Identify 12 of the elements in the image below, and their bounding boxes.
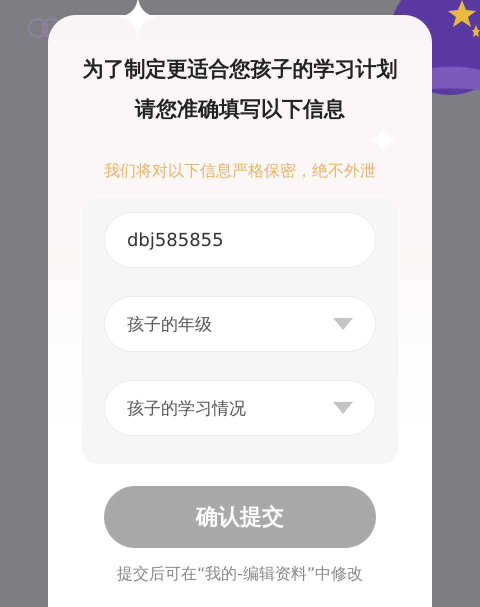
caret-icon: [333, 402, 353, 414]
privacy-notice: 我们将对以下信息严格保密，绝不外泄: [104, 161, 376, 182]
sparkle-icon: [118, 0, 158, 37]
dialog-title: 请您准确填写以下信息: [135, 96, 345, 123]
dropdown-placeholder: 孩子的学习情况: [127, 398, 246, 420]
dialog-title: 为了制定更适合您孩子的学习计划: [82, 56, 398, 83]
dropdown-placeholder: 孩子的年级: [127, 314, 212, 336]
input-field[interactable]: dbj585855: [104, 212, 376, 268]
dropdown-field[interactable]: 孩子的年级: [104, 296, 376, 352]
dropdown-field[interactable]: 孩子的学习情况: [104, 380, 376, 436]
footnote-text: 提交后可在“我的-编辑资料”中修改: [116, 564, 364, 585]
caret-icon: [333, 318, 353, 330]
